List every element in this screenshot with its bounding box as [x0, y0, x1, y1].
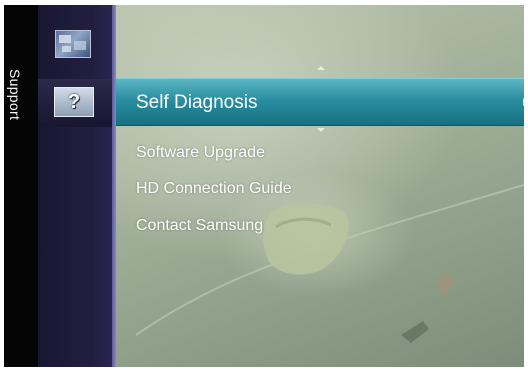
scroll-up-arrow-icon[interactable]	[317, 66, 325, 70]
category-label: Support	[7, 69, 23, 121]
picture-icon[interactable]	[55, 30, 91, 58]
chevron-right-icon	[523, 98, 524, 106]
question-mark-glyph: ?	[67, 91, 81, 113]
scroll-down-arrow-icon[interactable]	[317, 128, 325, 132]
tv-menu-screen: Support ? Self Diagnosis Software Upgrad…	[4, 5, 524, 367]
menu-item-hd-connection-guide[interactable]: HD Connection Guide	[136, 180, 292, 198]
menu-item-contact-samsung[interactable]: Contact Samsung	[136, 217, 263, 235]
category-label-column: Support	[4, 5, 38, 367]
menu-item-software-upgrade[interactable]: Software Upgrade	[136, 144, 265, 162]
menu-item-self-diagnosis[interactable]: Self Diagnosis	[116, 78, 524, 126]
menu-item-label: Self Diagnosis	[136, 92, 258, 113]
question-mark-icon[interactable]: ?	[54, 87, 94, 117]
category-icon-column: ?	[38, 5, 114, 367]
